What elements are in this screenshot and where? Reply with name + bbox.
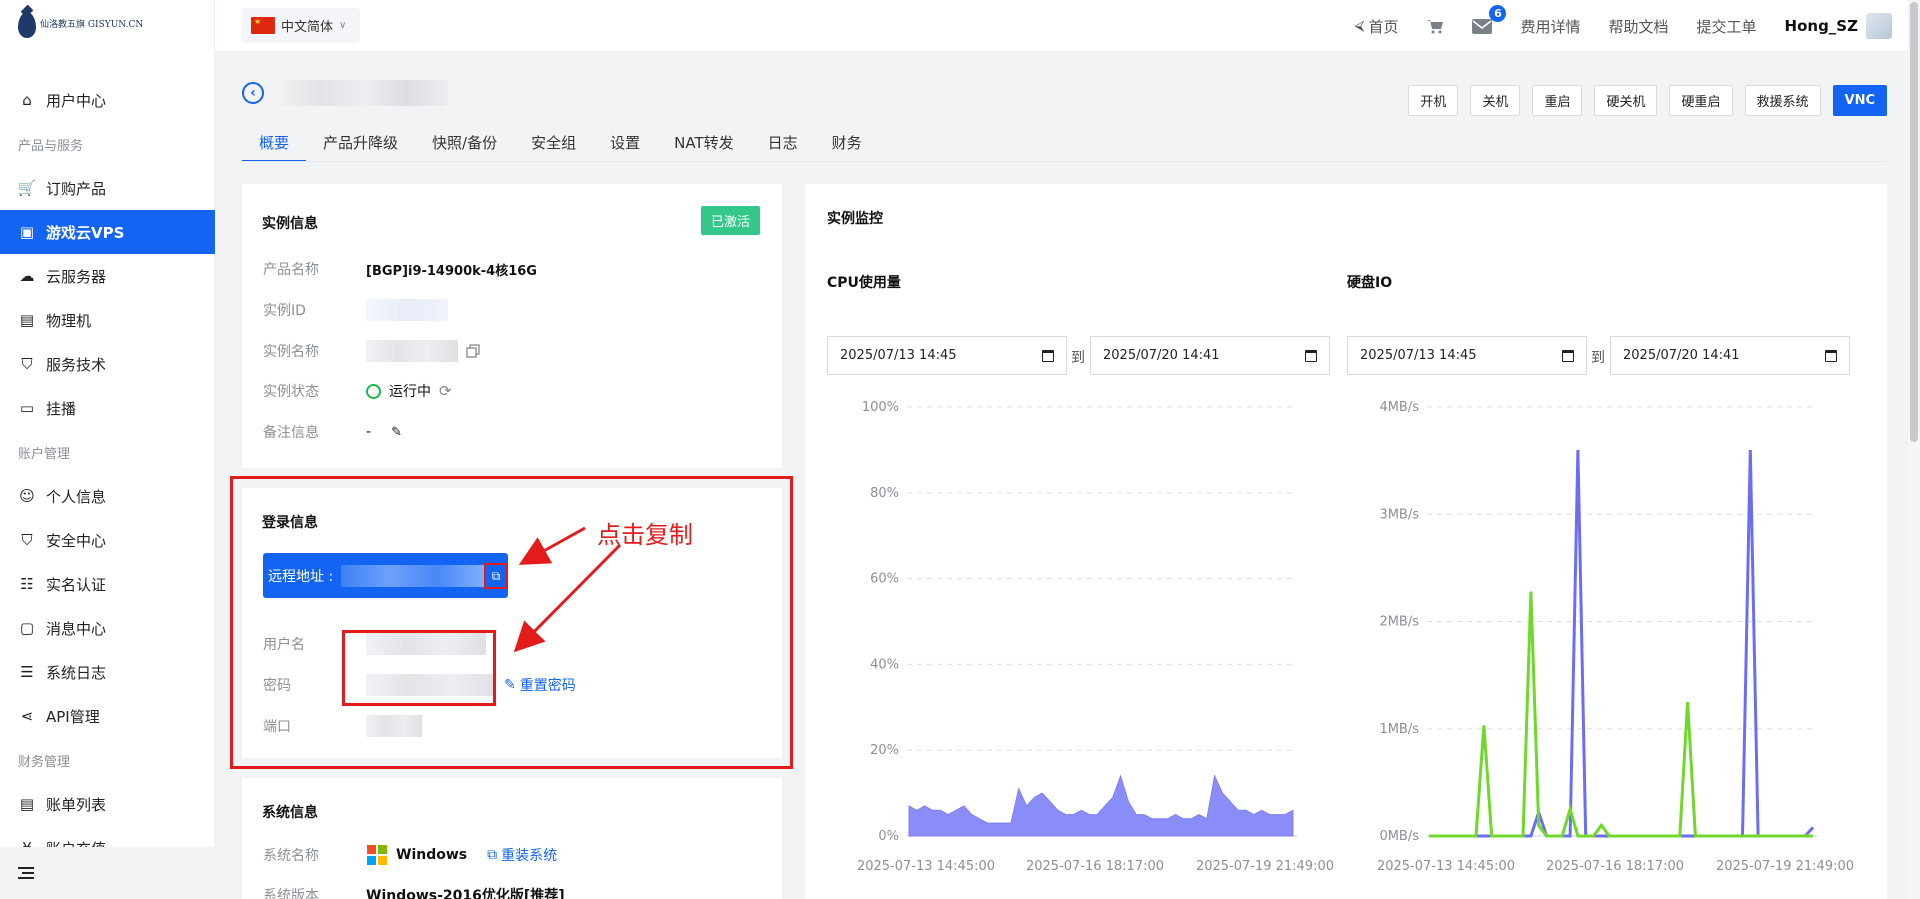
- disk-to-label: 到: [1591, 350, 1605, 366]
- calendar-icon: [1042, 349, 1054, 362]
- y-tick-label: 2MB/s: [1379, 615, 1419, 630]
- x-tick-label: 2025-07-19 21:49:00: [1196, 859, 1334, 874]
- arrow-to-credentials: [513, 543, 622, 653]
- y-tick-label: 100%: [862, 400, 899, 415]
- arrow-to-copy: [518, 526, 586, 565]
- disk-chart-title: 硬盘IO: [1347, 275, 1393, 291]
- x-tick-label: 2025-07-16 18:17:00: [1026, 859, 1164, 874]
- x-tick-label: 2025-07-13 14:45:00: [1377, 859, 1515, 874]
- scrollbar-thumb[interactable]: [1910, 2, 1918, 442]
- calendar-icon: [1305, 349, 1317, 362]
- cpu-date-from[interactable]: 2025/07/13 14:45: [827, 336, 1067, 375]
- y-tick-label: 60%: [870, 572, 899, 587]
- y-tick-label: 4MB/s: [1379, 400, 1419, 415]
- cpu-date-from-value: 2025/07/13 14:45: [840, 348, 957, 363]
- y-tick-label: 20%: [870, 743, 899, 758]
- cpu-date-to-value: 2025/07/20 14:41: [1103, 348, 1220, 363]
- cpu-date-to[interactable]: 2025/07/20 14:41: [1090, 336, 1330, 375]
- y-tick-label: 1MB/s: [1379, 722, 1419, 737]
- page-scrollbar[interactable]: [1908, 0, 1920, 899]
- cpu-to-label: 到: [1071, 350, 1085, 366]
- y-tick-label: 0MB/s: [1379, 829, 1419, 844]
- y-tick-label: 80%: [870, 486, 899, 501]
- disk-io-chart: 0MB/s 1MB/s 2MB/s 3MB/s 4MB/s 2025-07-13 14:4…: [1377, 400, 1854, 874]
- disk-date-to[interactable]: 2025/07/20 14:41: [1610, 336, 1850, 375]
- cpu-usage-area: [908, 774, 1294, 837]
- x-tick-label: 2025-07-13 14:45:00: [857, 859, 995, 874]
- y-tick-label: 3MB/s: [1379, 507, 1419, 522]
- cpu-chart-title: CPU使用量: [827, 275, 901, 291]
- x-tick-label: 2025-07-19 21:49:00: [1716, 859, 1854, 874]
- y-tick-label: 0%: [878, 829, 899, 844]
- disk-date-from-value: 2025/07/13 14:45: [1360, 348, 1477, 363]
- calendar-icon: [1825, 349, 1837, 362]
- cpu-usage-chart: 0% 20% 40% 60% 80% 100% 2025-07-13 14:45:00 202…: [857, 400, 1334, 874]
- x-tick-label: 2025-07-16 18:17:00: [1546, 859, 1684, 874]
- y-tick-label: 40%: [870, 657, 899, 672]
- disk-date-to-value: 2025/07/20 14:41: [1623, 348, 1740, 363]
- calendar-icon: [1562, 349, 1574, 362]
- monitor-title: 实例监控: [827, 211, 883, 227]
- disk-date-from[interactable]: 2025/07/13 14:45: [1347, 336, 1587, 375]
